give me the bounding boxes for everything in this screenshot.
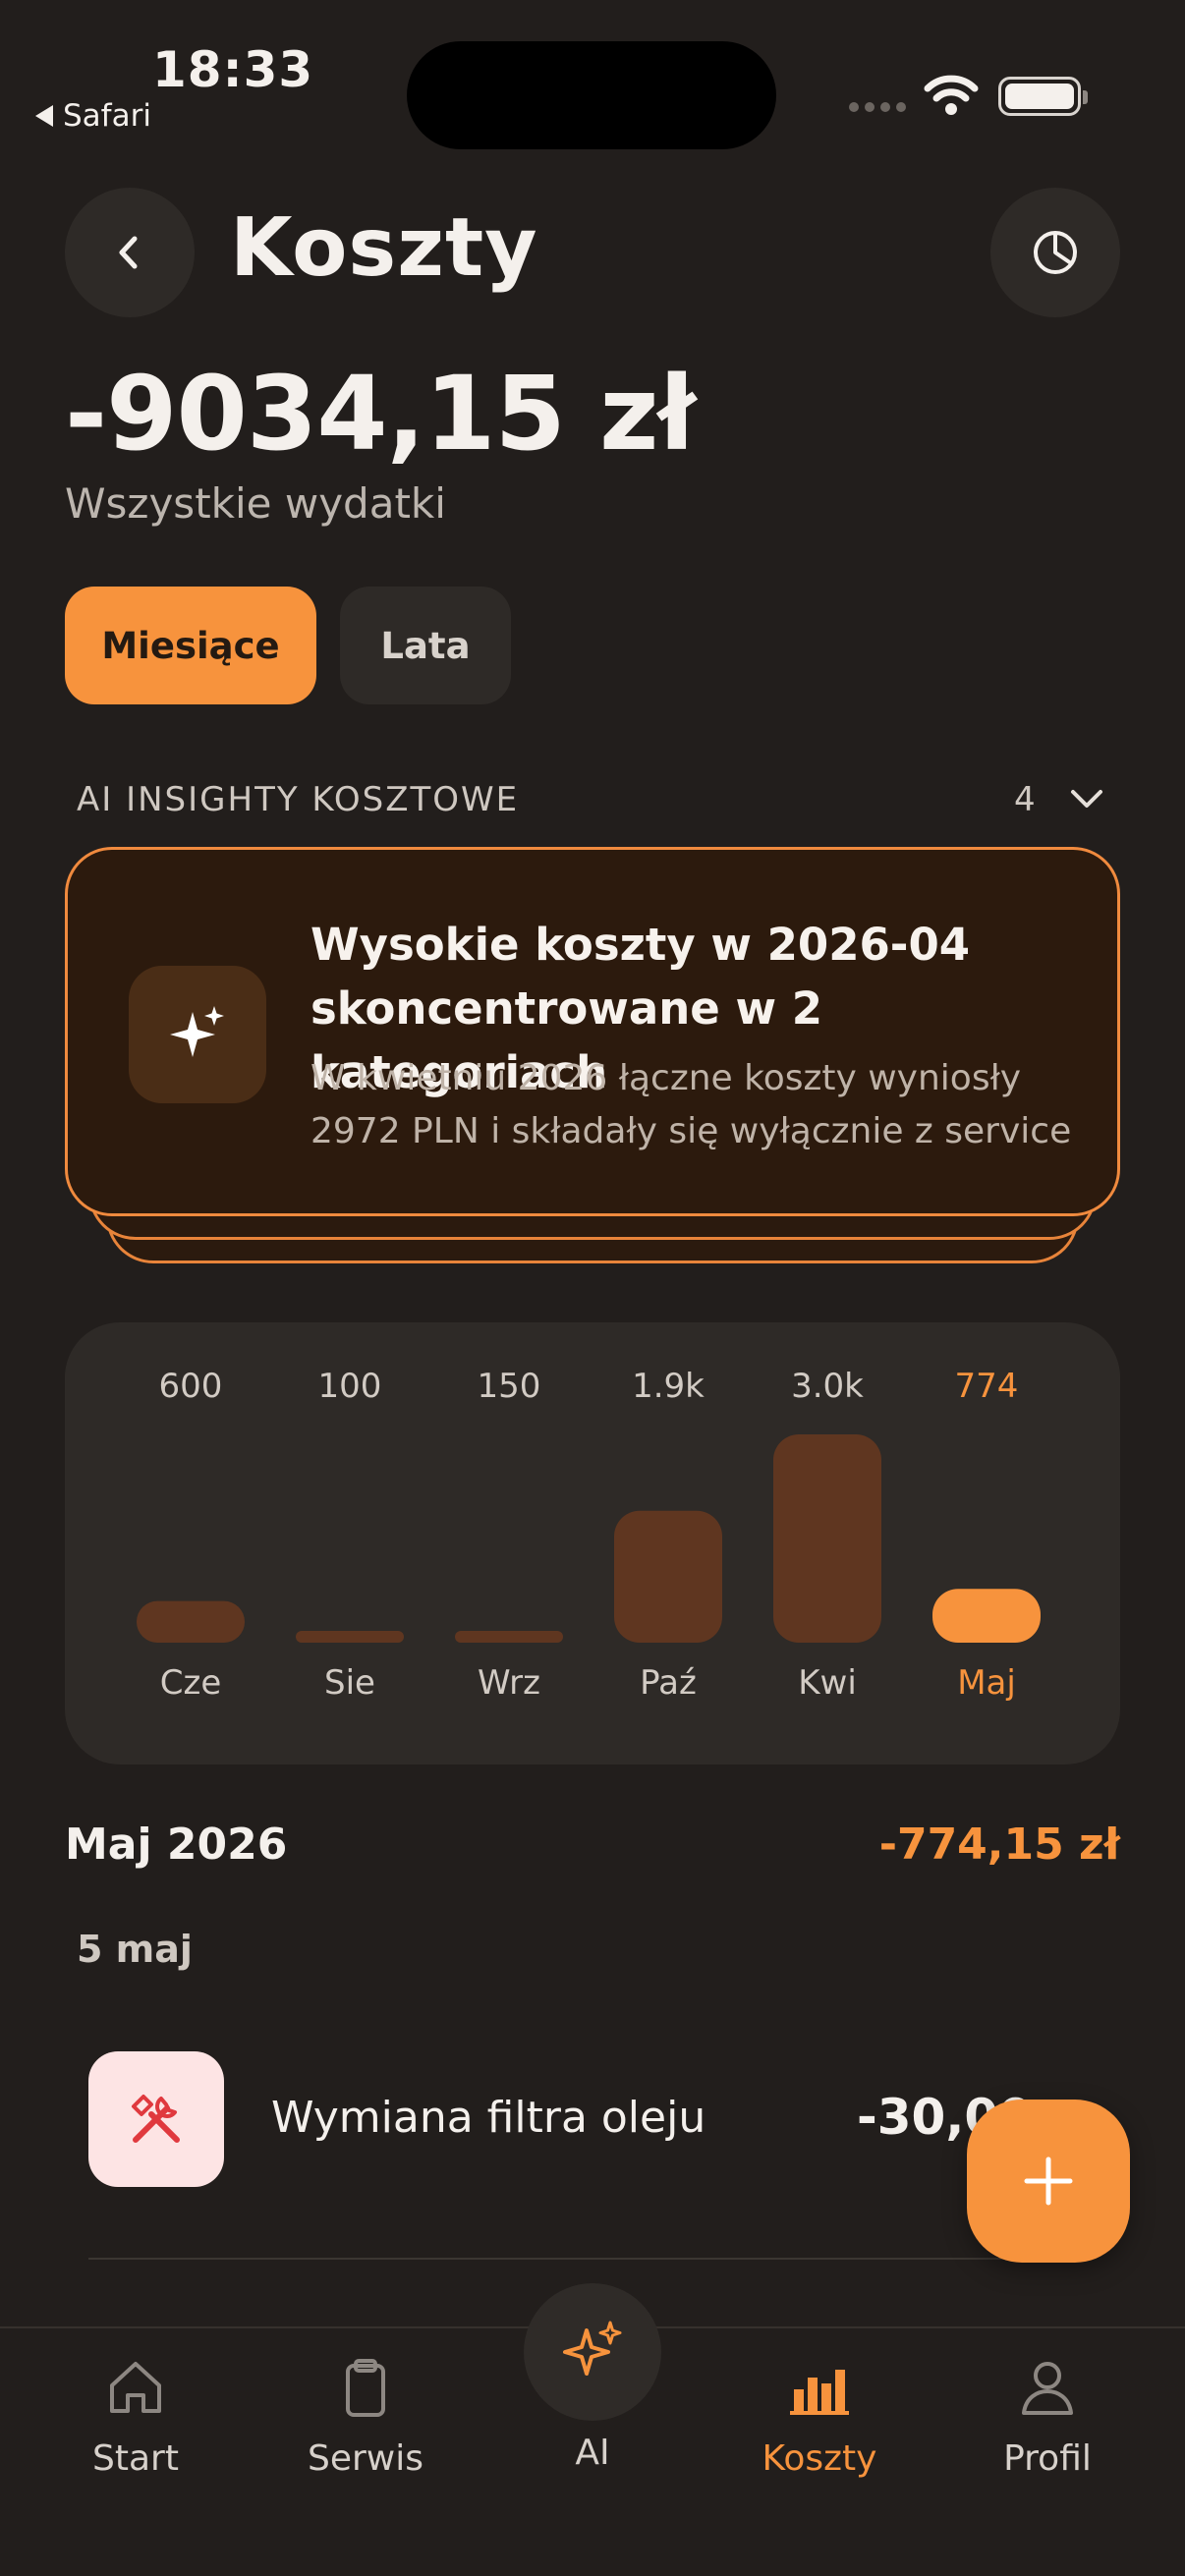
tab-ai-label[interactable]: AI bbox=[572, 2433, 613, 2473]
home-icon bbox=[110, 2362, 161, 2413]
user-icon bbox=[1022, 2362, 1073, 2415]
insight-card[interactable]: Wysokie koszty w 2026-04 skoncentrowane … bbox=[65, 847, 1120, 1216]
list-divider bbox=[88, 2258, 1032, 2260]
month-total: -774,15 zł bbox=[878, 1820, 1120, 1870]
segment-months[interactable]: Miesiące bbox=[65, 587, 316, 704]
insight-icon-box bbox=[129, 966, 266, 1103]
pie-chart-icon bbox=[1034, 231, 1077, 274]
plus-icon bbox=[1024, 2156, 1073, 2206]
tab-start[interactable]: Start bbox=[37, 2358, 234, 2479]
bar-value-label: 600 bbox=[159, 1367, 223, 1406]
tools-icon bbox=[88, 2051, 224, 2187]
bar-chart: 600 Cze 100 Sie 150 Wrz 1.9k Paź 3.0k Kwi 774 Maj bbox=[137, 1367, 1041, 1703]
bar-paź[interactable] bbox=[614, 1510, 722, 1643]
bar-sie[interactable] bbox=[296, 1631, 404, 1643]
bar-category-label: Paź bbox=[640, 1663, 697, 1703]
bar-value-label: 3.0k bbox=[791, 1367, 864, 1406]
expense-item-name[interactable]: Wymiana filtra oleju bbox=[271, 2093, 705, 2143]
bar-category-label: Cze bbox=[160, 1663, 222, 1703]
bar-value-label: 1.9k bbox=[632, 1367, 705, 1406]
add-expense-button[interactable] bbox=[967, 2100, 1130, 2263]
bar-chart-icon bbox=[790, 2370, 849, 2415]
back-button[interactable] bbox=[65, 188, 195, 317]
insight-description: W kwietniu 2026 łączne koszty wyniosły 2… bbox=[310, 1058, 1072, 1151]
bar-wrz[interactable] bbox=[455, 1631, 563, 1643]
tab-ai[interactable] bbox=[524, 2283, 661, 2421]
total-expenses: -9034,15 zł bbox=[65, 354, 696, 474]
back-to-app-link[interactable]: Safari bbox=[35, 98, 151, 134]
tab-profil[interactable]: Profil bbox=[949, 2358, 1146, 2479]
day-label: 5 maj bbox=[77, 1928, 193, 1971]
bar-value-label: 150 bbox=[478, 1367, 541, 1406]
bar-cze[interactable] bbox=[137, 1600, 245, 1643]
dynamic-island bbox=[407, 41, 776, 149]
bar-maj[interactable] bbox=[932, 1589, 1041, 1643]
clipboard-icon bbox=[346, 2359, 385, 2417]
status-time: 18:33 bbox=[152, 41, 314, 98]
tab-label: Start bbox=[92, 2438, 179, 2479]
chevron-left-icon bbox=[119, 236, 138, 269]
month-title: Maj 2026 bbox=[65, 1820, 288, 1870]
bar-category-label: Kwi bbox=[798, 1663, 857, 1703]
insights-count: 4 bbox=[1014, 780, 1036, 819]
bar-value-label: 100 bbox=[318, 1367, 382, 1406]
wifi-icon bbox=[924, 75, 979, 115]
tab-label: Serwis bbox=[307, 2438, 423, 2479]
cellular-signal-icon bbox=[849, 102, 906, 112]
total-subtitle: Wszystkie wydatki bbox=[65, 479, 446, 528]
bar-value-label: 774 bbox=[955, 1367, 1019, 1406]
page-title: Koszty bbox=[230, 201, 538, 295]
bar-category-label: Maj bbox=[957, 1663, 1016, 1703]
back-triangle-icon bbox=[35, 105, 53, 127]
battery-icon bbox=[998, 77, 1088, 116]
tab-koszty[interactable]: Koszty bbox=[721, 2358, 918, 2479]
sparkles-icon bbox=[170, 1006, 224, 1057]
insights-section-label: AI INSIGHTY KOSZTOWE bbox=[77, 780, 520, 819]
chevron-down-icon[interactable] bbox=[1069, 784, 1104, 813]
sparkles-icon bbox=[563, 2321, 622, 2376]
segment-years[interactable]: Lata bbox=[340, 587, 511, 704]
tab-label: Profil bbox=[1003, 2438, 1092, 2479]
back-app-label: Safari bbox=[63, 98, 151, 134]
bar-category-label: Sie bbox=[324, 1663, 375, 1703]
bar-category-label: Wrz bbox=[478, 1663, 540, 1703]
tab-label: Koszty bbox=[762, 2438, 877, 2479]
bar-kwi[interactable] bbox=[773, 1434, 881, 1643]
tab-serwis[interactable]: Serwis bbox=[267, 2358, 464, 2479]
pie-chart-button[interactable] bbox=[990, 188, 1120, 317]
monthly-costs-chart: 600 Cze 100 Sie 150 Wrz 1.9k Paź 3.0k Kwi 774 Maj bbox=[65, 1322, 1120, 1764]
